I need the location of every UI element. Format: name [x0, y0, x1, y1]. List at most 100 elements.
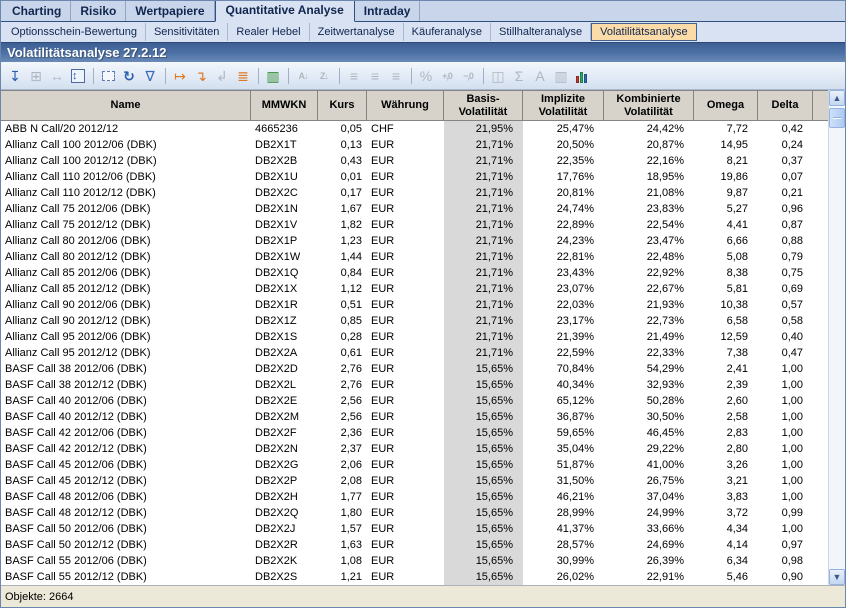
- cell-filler: [813, 473, 828, 489]
- table-row[interactable]: BASF Call 38 2012/06 (DBK)DB2X2D2,76EUR1…: [1, 361, 828, 377]
- column-header-implizite-volatilitaet[interactable]: ImpliziteVolatilität: [523, 91, 604, 120]
- table-row[interactable]: Allianz Call 85 2012/06 (DBK)DB2X1Q0,84E…: [1, 265, 828, 281]
- cell-delta: 0,96: [758, 201, 813, 217]
- cell-implizite-volatilitaet: 35,04%: [523, 441, 604, 457]
- table-row[interactable]: Allianz Call 90 2012/12 (DBK)DB2X1Z0,85E…: [1, 313, 828, 329]
- column-header-kombinierte-volatilitaet[interactable]: KombinierteVolatilität: [604, 91, 694, 120]
- cell-omega: 5,08: [694, 249, 758, 265]
- fit-width-icon: ↔: [47, 66, 67, 86]
- table-row[interactable]: Allianz Call 110 2012/06 (DBK)DB2X1U0,01…: [1, 169, 828, 185]
- column-header-basis-volatilitaet[interactable]: Basis-Volatilität: [444, 91, 523, 120]
- table-row[interactable]: BASF Call 42 2012/12 (DBK)DB2X2N2,37EUR1…: [1, 441, 828, 457]
- cell-name: BASF Call 38 2012/12 (DBK): [1, 377, 251, 393]
- cell-name: BASF Call 40 2012/06 (DBK): [1, 393, 251, 409]
- subtab-volatilitaetsanalyse[interactable]: Volatilitätsanalyse: [591, 23, 696, 41]
- table-row[interactable]: BASF Call 42 2012/06 (DBK)DB2X2F2,36EUR1…: [1, 425, 828, 441]
- scrollbar-thumb[interactable]: [829, 108, 845, 128]
- cell-kombinierte-volatilitaet: 23,83%: [604, 201, 694, 217]
- table-row[interactable]: Allianz Call 100 2012/06 (DBK)DB2X1T0,13…: [1, 137, 828, 153]
- cell-omega: 4,34: [694, 521, 758, 537]
- filter-icon[interactable]: ∇: [140, 66, 160, 86]
- column-header-kurs[interactable]: Kurs: [318, 91, 367, 120]
- cell-kombinierte-volatilitaet: 24,69%: [604, 537, 694, 553]
- column-header-omega[interactable]: Omega: [694, 91, 758, 120]
- fit-height-icon[interactable]: ↕: [68, 66, 88, 86]
- scroll-down-button[interactable]: ▼: [829, 569, 845, 585]
- table-row[interactable]: BASF Call 40 2012/12 (DBK)DB2X2M2,56EUR1…: [1, 409, 828, 425]
- cell-name: Allianz Call 90 2012/06 (DBK): [1, 297, 251, 313]
- tab-charting[interactable]: Charting: [3, 1, 71, 21]
- table-row[interactable]: Allianz Call 80 2012/12 (DBK)DB2X1W1,44E…: [1, 249, 828, 265]
- table-row[interactable]: Allianz Call 110 2012/12 (DBK)DB2X2C0,17…: [1, 185, 828, 201]
- table-row[interactable]: BASF Call 40 2012/06 (DBK)DB2X2E2,56EUR1…: [1, 393, 828, 409]
- table-row[interactable]: BASF Call 50 2012/12 (DBK)DB2X2R1,63EUR1…: [1, 537, 828, 553]
- table-row[interactable]: BASF Call 48 2012/12 (DBK)DB2X2Q1,80EUR1…: [1, 505, 828, 521]
- cell-omega: 12,59: [694, 329, 758, 345]
- subtab-zeitwertanalyse[interactable]: Zeitwertanalyse: [310, 23, 404, 41]
- table-row[interactable]: Allianz Call 95 2012/12 (DBK)DB2X2A0,61E…: [1, 345, 828, 361]
- table-row[interactable]: BASF Call 45 2012/12 (DBK)DB2X2P2,08EUR1…: [1, 473, 828, 489]
- tab-risiko[interactable]: Risiko: [71, 1, 126, 21]
- cell-delta: 0,69: [758, 281, 813, 297]
- cell-waehrung: EUR: [367, 361, 444, 377]
- chart-icon[interactable]: [572, 66, 592, 86]
- cell-omega: 6,58: [694, 313, 758, 329]
- cell-basis-volatilitaet: 21,71%: [444, 217, 523, 233]
- column-format-icon: ▥: [551, 66, 571, 86]
- cell-mmwkn: 4665236: [251, 121, 318, 137]
- table-row[interactable]: Allianz Call 75 2012/06 (DBK)DB2X1N1,67E…: [1, 201, 828, 217]
- cell-mmwkn: DB2X2D: [251, 361, 318, 377]
- scroll-up-button[interactable]: ▲: [829, 90, 845, 106]
- column-values-icon[interactable]: ≣: [233, 66, 253, 86]
- cell-basis-volatilitaet: 21,71%: [444, 249, 523, 265]
- table-row[interactable]: Allianz Call 80 2012/06 (DBK)DB2X1P1,23E…: [1, 233, 828, 249]
- subtab-realer-hebel[interactable]: Realer Hebel: [228, 23, 309, 41]
- cell-basis-volatilitaet: 15,65%: [444, 393, 523, 409]
- column-header-delta[interactable]: Delta: [758, 91, 813, 120]
- panel-title-bar: Volatilitätsanalyse 27.2.12: [1, 42, 845, 62]
- cell-name: BASF Call 50 2012/06 (DBK): [1, 521, 251, 537]
- cell-basis-volatilitaet: 21,71%: [444, 297, 523, 313]
- table-row[interactable]: BASF Call 50 2012/06 (DBK)DB2X2J1,57EUR1…: [1, 521, 828, 537]
- cell-mmwkn: DB2X2H: [251, 489, 318, 505]
- table-row[interactable]: BASF Call 55 2012/12 (DBK)DB2X2S1,21EUR1…: [1, 569, 828, 585]
- cell-delta: 0,24: [758, 137, 813, 153]
- cell-omega: 6,34: [694, 553, 758, 569]
- column-header-mmwkn[interactable]: MMWKN: [251, 91, 318, 120]
- tab-quantitative-analyse[interactable]: Quantitative Analyse: [215, 0, 355, 22]
- tab-intraday[interactable]: Intraday: [355, 1, 421, 21]
- subtab-stillhalteranalyse[interactable]: Stillhalteranalyse: [491, 23, 591, 41]
- table-row[interactable]: BASF Call 48 2012/06 (DBK)DB2X2H1,77EUR1…: [1, 489, 828, 505]
- table-row[interactable]: Allianz Call 95 2012/06 (DBK)DB2X1S0,28E…: [1, 329, 828, 345]
- table-row[interactable]: ABB N Call/20 2012/1246652360,05CHF21,95…: [1, 121, 828, 137]
- object-count-label: Objekte: 2664: [5, 591, 74, 603]
- cell-kurs: 0,28: [318, 329, 367, 345]
- scrollbar-track[interactable]: [829, 128, 845, 569]
- column-header-name[interactable]: Name: [1, 91, 251, 120]
- new-view-icon[interactable]: [98, 66, 118, 86]
- cell-basis-volatilitaet: 21,71%: [444, 345, 523, 361]
- column-header-waehrung[interactable]: Währung: [367, 91, 444, 120]
- table-row[interactable]: Allianz Call 90 2012/06 (DBK)DB2X1R0,51E…: [1, 297, 828, 313]
- table-row[interactable]: BASF Call 38 2012/12 (DBK)DB2X2L2,76EUR1…: [1, 377, 828, 393]
- column-highlight-icon[interactable]: ▥: [263, 66, 283, 86]
- table-row[interactable]: Allianz Call 100 2012/12 (DBK)DB2X2B0,43…: [1, 153, 828, 169]
- table-row[interactable]: BASF Call 45 2012/06 (DBK)DB2X2G2,06EUR1…: [1, 457, 828, 473]
- column-insert-down-icon[interactable]: ↴: [191, 66, 211, 86]
- cell-implizite-volatilitaet: 36,87%: [523, 409, 604, 425]
- table-area: NameMMWKNKursWährungBasis-VolatilitätImp…: [1, 90, 845, 585]
- export-table-icon[interactable]: ↧: [5, 66, 25, 86]
- table-row[interactable]: Allianz Call 85 2012/12 (DBK)DB2X1X1,12E…: [1, 281, 828, 297]
- table-row[interactable]: Allianz Call 75 2012/12 (DBK)DB2X1V1,82E…: [1, 217, 828, 233]
- cell-delta: 0,99: [758, 505, 813, 521]
- subtab-sensitivitaeten[interactable]: Sensitivitäten: [146, 23, 228, 41]
- subtab-optionsschein-bewertung[interactable]: Optionsschein-Bewertung: [3, 23, 146, 41]
- column-insert-right-icon[interactable]: ↦: [170, 66, 190, 86]
- tab-wertpapiere[interactable]: Wertpapiere: [126, 1, 214, 21]
- refresh-icon[interactable]: ↻: [119, 66, 139, 86]
- table-row[interactable]: BASF Call 55 2012/06 (DBK)DB2X2K1,08EUR1…: [1, 553, 828, 569]
- cell-mmwkn: DB2X1T: [251, 137, 318, 153]
- subtab-kaeuferanalyse[interactable]: Käuferanalyse: [404, 23, 491, 41]
- vertical-scrollbar[interactable]: ▲ ▼: [828, 90, 845, 585]
- cell-implizite-volatilitaet: 65,12%: [523, 393, 604, 409]
